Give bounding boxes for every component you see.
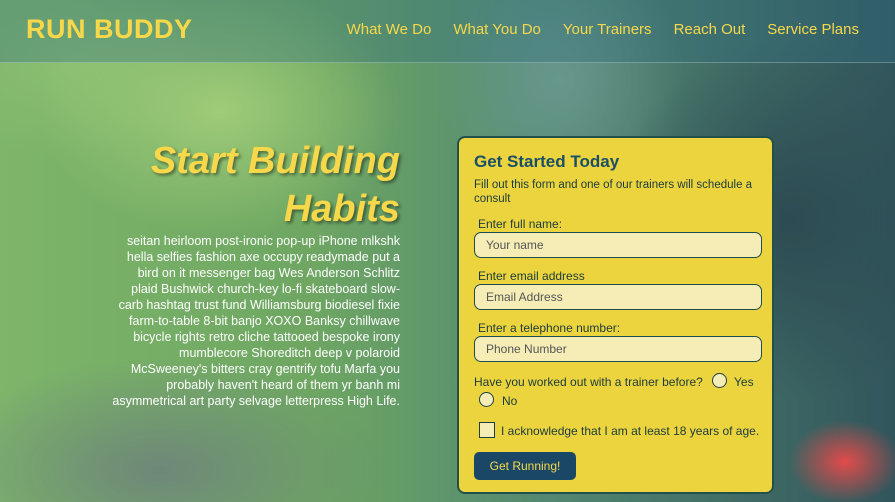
phone-label: Enter a telephone number:: [478, 321, 621, 335]
site-header: RUN BUDDY What We Do What You Do Your Tr…: [0, 0, 895, 63]
nav-what-we-do[interactable]: What We Do: [347, 21, 432, 38]
brand-logo[interactable]: RUN BUDDY: [26, 14, 193, 45]
hero-title: Start Building Habits: [150, 140, 400, 230]
phone-input[interactable]: [474, 336, 762, 362]
running-shoe-graphic: [765, 382, 895, 502]
email-label: Enter email address: [478, 269, 585, 283]
nav-your-trainers[interactable]: Your Trainers: [563, 21, 652, 38]
trainer-no-radio[interactable]: [479, 392, 494, 407]
nav-service-plans[interactable]: Service Plans: [767, 21, 859, 38]
hero-body-text: seitan heirloom post-ironic pop-up iPhon…: [112, 234, 400, 408]
trainer-yes-label: Yes: [734, 375, 754, 389]
form-title: Get Started Today: [474, 152, 620, 171]
signup-form-card: Get Started Today Fill out this form and…: [457, 136, 774, 494]
email-input[interactable]: [474, 284, 762, 310]
trainer-no-label: No: [502, 394, 518, 408]
main-nav: What We Do What You Do Your Trainers Rea…: [347, 21, 859, 38]
form-description: Fill out this form and one of our traine…: [474, 179, 753, 205]
age-checkbox[interactable]: [479, 422, 495, 438]
trainer-yes-radio[interactable]: [712, 373, 727, 388]
age-acknowledge-label: I acknowledge that I am at least 18 year…: [501, 424, 760, 438]
nav-reach-out[interactable]: Reach Out: [674, 21, 746, 38]
name-label: Enter full name:: [478, 217, 563, 231]
nav-what-you-do[interactable]: What You Do: [453, 21, 541, 38]
trainer-question: Have you worked out with a trainer befor…: [474, 375, 703, 389]
get-running-button[interactable]: Get Running!: [474, 452, 576, 480]
name-input[interactable]: [474, 232, 762, 258]
